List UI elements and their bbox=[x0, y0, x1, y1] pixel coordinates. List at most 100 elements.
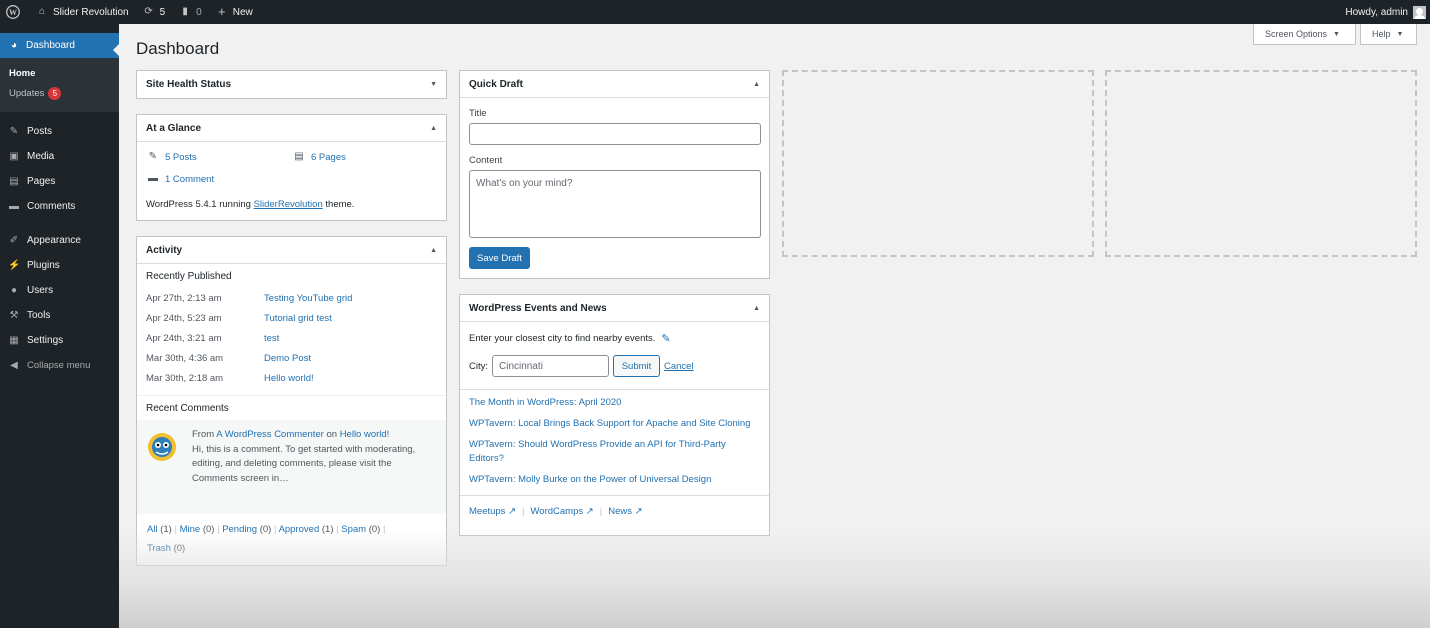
page-title: Dashboard bbox=[136, 39, 220, 58]
filter-mine[interactable]: Mine bbox=[180, 524, 201, 535]
account-menu[interactable]: Howdy, admin bbox=[1338, 0, 1430, 24]
meetups-link[interactable]: Meetups ↗ bbox=[469, 506, 516, 517]
content-label: Content bbox=[469, 155, 503, 166]
draft-title-input[interactable] bbox=[469, 123, 761, 145]
comment-on: on bbox=[326, 429, 338, 440]
pages-count-link[interactable]: 6 Pages bbox=[311, 152, 346, 163]
greeting: Howdy, admin bbox=[1345, 6, 1408, 18]
caret-up-icon[interactable]: ▲ bbox=[430, 125, 437, 132]
filter-count: (0) bbox=[259, 524, 272, 535]
comment-author-link[interactable]: A WordPress Commenter bbox=[216, 429, 324, 440]
post-link[interactable]: Tutorial grid test bbox=[264, 313, 332, 324]
filter-trash[interactable]: Trash bbox=[147, 543, 171, 554]
comments-count-link[interactable]: 1 Comment bbox=[165, 174, 214, 185]
posts-count-link[interactable]: 5 Posts bbox=[165, 152, 197, 163]
plug-icon: ⚡ bbox=[8, 259, 21, 271]
sidebar-item-users[interactable]: ● Users bbox=[0, 278, 119, 303]
caret-down-icon[interactable]: ▼ bbox=[430, 81, 437, 88]
widget-header[interactable]: At a Glance ▲ bbox=[137, 115, 446, 142]
comment-post-link[interactable]: Hello world! bbox=[340, 429, 390, 440]
filter-pending[interactable]: Pending bbox=[222, 524, 257, 535]
news-link[interactable]: WPTavern: Should WordPress Provide an AP… bbox=[469, 438, 760, 466]
submenu-updates[interactable]: Updates 5 bbox=[0, 83, 119, 104]
comments-link[interactable]: ▮ 0 bbox=[172, 0, 209, 24]
admin-sidebar: ◕ Dashboard Home Updates 5 ✎ Posts ▣ Media … bbox=[0, 24, 119, 628]
widget-header[interactable]: Quick Draft ▲ bbox=[460, 71, 769, 98]
list-item: Mar 30th, 2:18 am Hello world! bbox=[146, 368, 437, 388]
screen-options-label: Screen Options bbox=[1265, 29, 1328, 39]
news-link[interactable]: The Month in WordPress: April 2020 bbox=[469, 396, 760, 410]
filter-count: (1) bbox=[321, 524, 334, 535]
sidebar-item-label: Dashboard bbox=[26, 40, 75, 51]
post-date: Apr 24th, 5:23 am bbox=[146, 312, 222, 324]
city-label: City: bbox=[469, 360, 488, 372]
filter-count: (1) bbox=[160, 524, 172, 535]
post-link[interactable]: Demo Post bbox=[264, 353, 311, 364]
sidebar-item-comments[interactable]: ▬ Comments bbox=[0, 194, 119, 219]
draft-content-textarea[interactable]: What's on your mind? bbox=[469, 170, 761, 238]
sidebar-item-dashboard[interactable]: ◕ Dashboard bbox=[0, 33, 119, 58]
screen-options-button[interactable]: Screen Options ▼ bbox=[1253, 24, 1356, 45]
pin-icon: ✎ bbox=[9, 125, 19, 137]
news-link[interactable]: WPTavern: Local Brings Back Support for … bbox=[469, 417, 760, 431]
filter-count: (0) bbox=[202, 524, 215, 535]
widget-header[interactable]: Activity ▲ bbox=[137, 237, 446, 264]
filter-all[interactable]: All bbox=[147, 524, 158, 535]
sidebar-item-tools[interactable]: ⚒ Tools bbox=[0, 303, 119, 328]
sidebar-item-pages[interactable]: ▤ Pages bbox=[0, 169, 119, 194]
sidebar-item-label: Plugins bbox=[27, 260, 60, 271]
site-name-link[interactable]: ⌂ Slider Revolution bbox=[29, 0, 136, 24]
widget-header[interactable]: Site Health Status ▼ bbox=[137, 71, 446, 98]
news-link[interactable]: WPTavern: Molly Burke on the Power of Un… bbox=[469, 473, 760, 487]
avatar bbox=[146, 431, 178, 463]
sidebar-item-media[interactable]: ▣ Media bbox=[0, 144, 119, 169]
post-link[interactable]: Testing YouTube grid bbox=[264, 293, 352, 304]
wordcamps-link[interactable]: WordCamps ↗ bbox=[531, 506, 594, 517]
sidebar-item-label: Appearance bbox=[27, 235, 81, 246]
caret-up-icon[interactable]: ▲ bbox=[430, 247, 437, 254]
submit-button[interactable]: Submit bbox=[613, 355, 660, 377]
post-date: Apr 27th, 2:13 am bbox=[146, 292, 222, 304]
post-link[interactable]: test bbox=[264, 333, 279, 344]
collapse-label: Collapse menu bbox=[27, 360, 91, 371]
sidebar-item-label: Posts bbox=[27, 126, 53, 137]
collapse-menu-button[interactable]: ◀ Collapse menu bbox=[0, 353, 119, 378]
updates-link[interactable]: ⟳ 5 bbox=[136, 0, 173, 24]
city-input[interactable]: Cincinnati bbox=[492, 355, 609, 377]
pages-icon: ▤ bbox=[294, 151, 304, 162]
news-footer-link[interactable]: News ↗ bbox=[608, 506, 642, 517]
sidebar-item-settings[interactable]: ▦ Settings bbox=[0, 328, 119, 353]
caret-up-icon[interactable]: ▲ bbox=[753, 305, 760, 312]
empty-widget-dropzone bbox=[782, 70, 1094, 257]
edit-pencil-icon[interactable]: ✎ bbox=[661, 332, 670, 345]
help-button[interactable]: Help ▼ bbox=[1360, 24, 1417, 45]
updates-badge: 5 bbox=[48, 87, 62, 100]
version-label: WordPress 5.4.1 running bbox=[146, 199, 251, 210]
published-list: Apr 27th, 2:13 am Testing YouTube grid Ap… bbox=[137, 282, 446, 388]
svg-text:W: W bbox=[9, 8, 17, 17]
caret-up-icon[interactable]: ▲ bbox=[753, 81, 760, 88]
media-icon: ▣ bbox=[9, 150, 19, 162]
wordpress-logo-icon[interactable]: W bbox=[0, 0, 29, 24]
sidebar-item-posts[interactable]: ✎ Posts bbox=[0, 119, 119, 144]
sidebar-item-appearance[interactable]: ✐ Appearance bbox=[0, 228, 119, 253]
post-link[interactable]: Hello world! bbox=[264, 373, 314, 384]
save-draft-button[interactable]: Save Draft bbox=[469, 247, 530, 269]
avatar bbox=[1413, 5, 1426, 19]
filter-approved[interactable]: Approved bbox=[279, 524, 320, 535]
submenu-home[interactable]: Home bbox=[0, 64, 119, 83]
dashboard-submenu: Home Updates 5 bbox=[0, 58, 119, 112]
widget-header[interactable]: WordPress Events and News ▲ bbox=[460, 295, 769, 322]
cancel-link[interactable]: Cancel bbox=[664, 361, 694, 372]
comment-text: Hi, this is a comment. To get started wi… bbox=[192, 443, 416, 484]
theme-link[interactable]: SliderRevolution bbox=[254, 199, 323, 210]
title-label: Title bbox=[469, 108, 487, 119]
sidebar-item-plugins[interactable]: ⚡ Plugins bbox=[0, 253, 119, 278]
caret-down-icon: ▼ bbox=[1396, 30, 1404, 38]
filter-spam[interactable]: Spam bbox=[341, 524, 366, 535]
sidebar-item-label: Users bbox=[27, 285, 54, 296]
new-content-link[interactable]: + New bbox=[209, 0, 260, 24]
filter-count: (0) bbox=[368, 524, 381, 535]
events-news-widget: WordPress Events and News ▲ Enter your cl… bbox=[459, 294, 770, 536]
settings-icon: ▦ bbox=[9, 334, 19, 346]
